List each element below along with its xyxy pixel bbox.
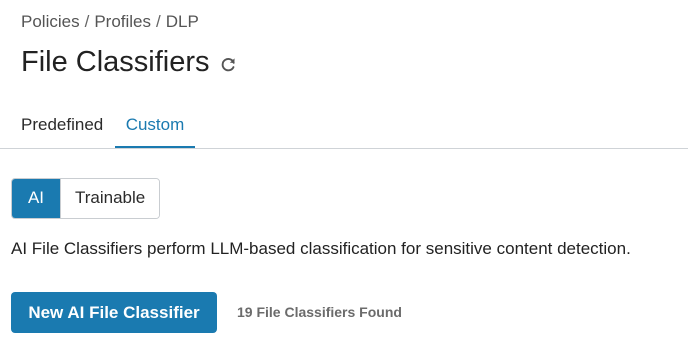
breadcrumb-item-dlp: DLP xyxy=(165,12,199,31)
toggle-option-ai[interactable]: AI xyxy=(12,179,60,218)
new-ai-file-classifier-button[interactable]: New AI File Classifier xyxy=(11,292,217,333)
tab-bar: Predefined Custom xyxy=(0,106,688,149)
refresh-icon[interactable] xyxy=(219,55,238,74)
breadcrumb-item-profiles[interactable]: Profiles xyxy=(94,12,151,31)
tab-custom[interactable]: Custom xyxy=(115,106,195,148)
tab-predefined[interactable]: Predefined xyxy=(21,106,103,146)
description-text: AI File Classifiers perform LLM-based cl… xyxy=(11,239,631,258)
classifier-type-toggle: AI Trainable xyxy=(11,178,161,219)
breadcrumb-separator: / xyxy=(156,12,161,31)
title-row: File Classifiers xyxy=(21,46,238,79)
results-count: 19 File Classifiers Found xyxy=(237,304,402,320)
breadcrumb-item-policies[interactable]: Policies xyxy=(21,12,80,31)
toggle-option-trainable[interactable]: Trainable xyxy=(60,179,160,218)
page-title: File Classifiers xyxy=(21,46,210,78)
breadcrumb: Policies / Profiles / DLP xyxy=(21,12,199,32)
breadcrumb-separator: / xyxy=(84,12,90,31)
